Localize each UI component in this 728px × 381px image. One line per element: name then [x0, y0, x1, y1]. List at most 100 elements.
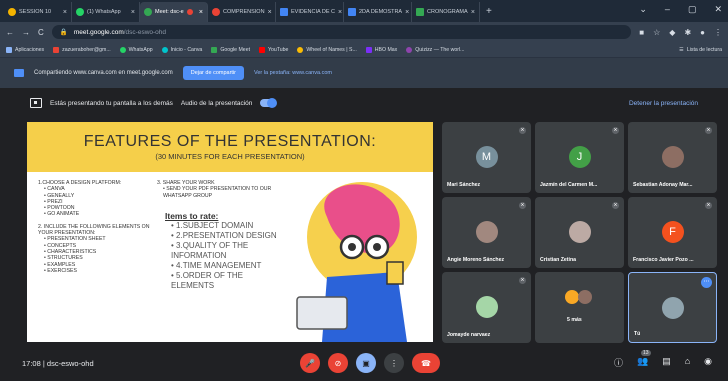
chat-icon[interactable]: ▤ — [662, 356, 671, 369]
mic-muted-icon: ⨯ — [519, 127, 526, 134]
participant-tile[interactable]: ⨯ Angie Moreno Sánchez — [442, 197, 531, 268]
recording-dot-icon — [186, 9, 193, 15]
tab-favicon-icon — [348, 8, 356, 16]
participant-tile[interactable]: ⨯ Jomayde narvaez — [442, 272, 531, 343]
present-screen-icon — [30, 98, 42, 108]
forward-icon[interactable]: → — [22, 28, 30, 37]
bookmark-item[interactable]: YouTube — [259, 46, 289, 53]
tab-label: CRONOGRAMA — [427, 9, 468, 15]
profile-avatar-icon[interactable]: ● — [700, 28, 705, 37]
browser-tab-strip: SESSION 10 × (1) WhatsApp × Meet: dsc-e × C… — [0, 0, 728, 22]
quizizz-icon — [406, 46, 413, 53]
tab-favicon-icon — [212, 8, 220, 16]
stop-sharing-button[interactable]: Dejar de compartir — [182, 66, 244, 80]
browser-tab[interactable]: COMPRENSION × — [208, 2, 276, 22]
side-controls: ⓘ 👥 13 ▤ ⌂ ◉ — [614, 350, 712, 369]
call-controls: 🎤 ⊘ ▣ ⋮ ☎ — [300, 353, 440, 373]
participant-tile[interactable]: ⨯ F Francisco Javier Pozo ... — [628, 197, 717, 268]
stop-presentation-button[interactable]: Detener la presentación — [629, 100, 698, 107]
mic-off-icon[interactable]: 🎤 — [300, 353, 320, 373]
close-tab-icon[interactable]: × — [405, 9, 409, 16]
participant-name: Francisco Javier Pozo ... — [633, 257, 694, 263]
back-icon[interactable]: ← — [6, 28, 14, 37]
shared-slide: FEATURES OF THE PRESENTATION: (30 MINUTE… — [27, 122, 433, 342]
browser-tab[interactable]: 2DA DEMOSTRA × — [344, 2, 412, 22]
extension-icon[interactable]: ◆ — [669, 28, 675, 37]
avatar — [568, 221, 591, 243]
meeting-details-icon[interactable]: ⓘ — [614, 356, 623, 369]
minimize-icon[interactable]: – — [665, 4, 670, 15]
presenting-bar: Estás presentando tu pantalla a los demá… — [0, 88, 728, 118]
new-tab-button[interactable]: + — [480, 2, 498, 22]
more-options-icon[interactable]: ⋮ — [384, 353, 404, 373]
self-tile[interactable]: ⋯ Tú — [628, 272, 717, 343]
gmail-icon — [53, 46, 60, 53]
maximize-icon[interactable]: ▢ — [688, 4, 697, 15]
star-icon[interactable]: ☆ — [653, 28, 660, 37]
slide-header: FEATURES OF THE PRESENTATION: (30 MINUTE… — [27, 122, 433, 172]
canva-icon — [161, 46, 168, 53]
bookmark-item[interactable]: Wheel of Names | S... — [297, 46, 357, 53]
close-tab-icon[interactable]: × — [268, 9, 272, 16]
presenting-status-text: Estás presentando tu pantalla a los demá… — [50, 99, 173, 107]
people-icon[interactable]: 👥 13 — [637, 350, 651, 369]
bookmark-label: WhatsApp — [128, 46, 153, 53]
participant-tile[interactable]: ⨯ J Jazmín del Carmen M... — [535, 122, 624, 193]
browser-tab[interactable]: CRONOGRAMA × — [412, 2, 480, 22]
participant-name: Mari Sánchez — [447, 182, 481, 188]
url-path: /dsc-eswo-ohd — [123, 28, 167, 36]
host-controls-icon[interactable]: ◉ — [704, 356, 712, 369]
menu-icon[interactable]: ⋮ — [714, 28, 722, 37]
close-tab-icon[interactable]: × — [63, 9, 67, 16]
activities-icon[interactable]: ⌂ — [685, 356, 690, 369]
bookmark-item[interactable]: Quizizz — The worl... — [406, 46, 464, 53]
participant-tile[interactable]: ⨯ Sebastian Adonay Mar... — [628, 122, 717, 193]
bookmark-label: Aplicaciones — [15, 46, 45, 53]
avatar — [661, 146, 684, 168]
close-tab-icon[interactable]: × — [199, 9, 203, 16]
tab-label: Meet: dsc-e — [155, 9, 184, 15]
bookmark-item[interactable]: zazueraboher@gm... — [53, 46, 111, 53]
list-item: GO ANIMATE — [44, 211, 158, 217]
presentation-audio-toggle[interactable] — [260, 98, 278, 108]
more-options-icon[interactable]: ⋯ — [701, 277, 712, 288]
list-item: EXERCISES — [44, 268, 158, 274]
tab-label: 2DA DEMOSTRA — [359, 9, 403, 15]
presentation-audio-label: Audio de la presentación — [180, 99, 253, 107]
bookmark-label: YouTube — [268, 46, 289, 53]
participant-tile[interactable]: ⨯ M Mari Sánchez — [442, 122, 531, 193]
reload-icon[interactable]: C — [38, 28, 44, 37]
apps-grid-icon — [6, 46, 12, 53]
more-participants-tile[interactable]: 5 más — [535, 272, 624, 343]
close-tab-icon[interactable]: × — [131, 9, 135, 16]
avatar: F — [661, 221, 684, 243]
bookmark-item[interactable]: Aplicaciones — [6, 46, 45, 53]
reading-list-button[interactable]: ☰ Lista de lectura — [679, 47, 722, 53]
bookmark-item[interactable]: Google Meet — [211, 46, 250, 53]
url-bar[interactable]: 🔒 meet.google.com/dsc-eswo-ohd — [51, 25, 632, 39]
browser-tab[interactable]: EVIDENCIA DE C × — [276, 2, 344, 22]
tab-label: SESSION 10 — [19, 9, 52, 15]
browser-tab-active[interactable]: Meet: dsc-e × — [140, 2, 208, 22]
view-tab-link[interactable]: Ver la pestaña: www.canva.com — [254, 70, 332, 76]
bookmark-item[interactable]: HBO Max — [365, 46, 397, 53]
tab-favicon-icon — [76, 8, 84, 16]
bookmark-item[interactable]: WhatsApp — [119, 46, 153, 53]
puzzle-icon[interactable]: ✱ — [684, 28, 691, 37]
slide-subtitle: (30 MINUTES FOR EACH PRESENTATION) — [155, 152, 305, 161]
participant-tile[interactable]: ⨯ Cristian Zetina — [535, 197, 624, 268]
leave-call-icon[interactable]: ☎ — [412, 353, 440, 373]
browser-tab[interactable]: (1) WhatsApp × — [72, 2, 140, 22]
people-count-badge: 13 — [640, 350, 651, 356]
tab-search-icon[interactable]: ⌄ — [639, 4, 647, 15]
camera-icon[interactable]: ■ — [639, 28, 644, 37]
close-tab-icon[interactable]: × — [338, 9, 342, 16]
present-now-icon[interactable]: ▣ — [356, 353, 376, 373]
avatar — [661, 297, 684, 319]
camera-off-icon[interactable]: ⊘ — [328, 353, 348, 373]
browser-tab[interactable]: SESSION 10 × — [4, 2, 72, 22]
bookmark-item[interactable]: Inicio - Canva — [161, 46, 202, 53]
close-window-icon[interactable]: ✕ — [714, 4, 722, 15]
close-tab-icon[interactable]: × — [471, 9, 475, 16]
avatar — [475, 221, 498, 243]
